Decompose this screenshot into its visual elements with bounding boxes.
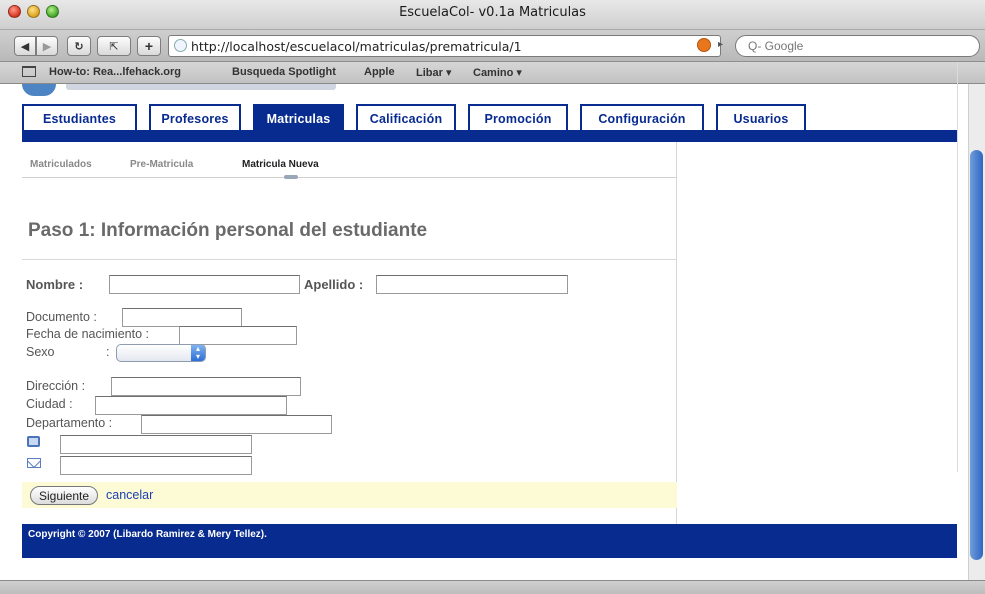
- bookmark-item[interactable]: Apple: [364, 66, 395, 78]
- bookmark-item[interactable]: How-to: Rea...lfehack.org: [49, 66, 181, 78]
- add-bookmark-button[interactable]: +: [137, 36, 161, 56]
- tab-label: Promoción: [484, 111, 552, 126]
- tab-matriculas[interactable]: Matriculas: [253, 104, 344, 131]
- tab-label: Matriculas: [266, 111, 331, 126]
- reload-icon: ↻: [74, 40, 84, 53]
- student-form: Nombre : Apellido : Documento : Fecha de…: [22, 259, 677, 479]
- search-placeholder: Q- Google: [748, 39, 804, 53]
- active-subnav-indicator: [284, 175, 298, 179]
- nav-band: [22, 130, 957, 142]
- tab-usuarios[interactable]: Usuarios: [716, 104, 806, 131]
- address-bar[interactable]: http://localhost/escuelacol/matriculas/p…: [168, 35, 721, 57]
- sexo-colon: :: [106, 345, 110, 359]
- tab-label: Configuración: [598, 111, 686, 126]
- email-icon: [27, 458, 41, 468]
- bookmark-item[interactable]: Libar ▾: [416, 66, 451, 79]
- departamento-label: Departamento :: [26, 416, 113, 430]
- logo: [22, 84, 56, 96]
- email-field[interactable]: [60, 456, 252, 475]
- nombre-label: Nombre :: [26, 277, 84, 292]
- tab-promocion[interactable]: Promoción: [468, 104, 568, 131]
- search-input[interactable]: Q- Google: [735, 35, 980, 57]
- scrollbar-thumb[interactable]: [970, 150, 983, 560]
- forward-button[interactable]: ▶: [36, 36, 58, 56]
- forward-arrow-icon: ▶: [42, 40, 52, 53]
- logo-text: [66, 84, 336, 90]
- tab-configuracion[interactable]: Configuración: [580, 104, 704, 131]
- main-panel: Matriculados Pre-Matricula Matricula Nue…: [22, 142, 677, 524]
- apellido-field[interactable]: [376, 275, 568, 294]
- tab-label: Calificación: [369, 111, 443, 126]
- fecha-nacimiento-field[interactable]: [179, 326, 297, 345]
- ciudad-label: Ciudad :: [26, 397, 73, 411]
- direccion-label: Dirección :: [26, 379, 86, 393]
- subnav: Matriculados Pre-Matricula Matricula Nue…: [22, 142, 677, 179]
- direccion-field[interactable]: [111, 377, 301, 396]
- site-icon: [174, 39, 187, 52]
- documento-field[interactable]: [122, 308, 242, 327]
- bookmark-item[interactable]: Camino ▾: [473, 66, 522, 79]
- tab-estudiantes[interactable]: Estudiantes: [22, 104, 137, 131]
- documento-label: Documento :: [26, 310, 97, 324]
- siguiente-button[interactable]: Siguiente: [30, 486, 99, 505]
- search-engine-icon[interactable]: ▸: [718, 39, 723, 50]
- url-text: http://localhost/escuelacol/matriculas/p…: [191, 39, 522, 54]
- subnav-pre-matricula[interactable]: Pre-Matricula: [130, 159, 193, 170]
- tab-label: Profesores: [161, 111, 229, 126]
- bookmark-item[interactable]: Busqueda Spotlight: [232, 66, 336, 78]
- select-arrows-icon: ▴ ▾: [191, 345, 205, 361]
- tab-profesores[interactable]: Profesores: [149, 104, 241, 131]
- tab-calificacion[interactable]: Calificación: [356, 104, 456, 131]
- footer: Copyright © 2007 (Libardo Ramirez & Mery…: [22, 524, 957, 558]
- browser-toolbar: ◀ ▶ ↻ ⇱ + http://localhost/escuelacol/ma…: [0, 30, 985, 62]
- tab-label: Usuarios: [733, 111, 789, 126]
- form-actions: Siguiente cancelar: [22, 482, 677, 508]
- page-title: Paso 1: Información personal del estudia…: [28, 220, 428, 241]
- phone-icon: [27, 436, 40, 447]
- bookmarks-bar: How-to: Rea...lfehack.org Busqueda Spotl…: [0, 62, 985, 84]
- page-divider: [957, 62, 958, 472]
- nombre-field[interactable]: [109, 275, 300, 294]
- tab-label: Estudiantes: [42, 111, 117, 126]
- page-content: Estudiantes Profesores Matriculas Califi…: [0, 84, 985, 580]
- reload-button[interactable]: ↻: [67, 36, 91, 56]
- book-icon[interactable]: [22, 66, 36, 77]
- subnav-matricula-nueva[interactable]: Matricula Nueva: [242, 159, 319, 170]
- departamento-field[interactable]: [141, 415, 332, 434]
- status-bar: [0, 580, 985, 594]
- fecha-nacimiento-label: Fecha de nacimiento :: [26, 327, 149, 341]
- cancel-link[interactable]: cancelar: [106, 488, 153, 502]
- telefono-field[interactable]: [60, 435, 252, 454]
- window-titlebar: EscuelaCol- v0.1a Matriculas: [0, 0, 985, 30]
- snapback-icon: ⇱: [109, 40, 119, 53]
- copyright-text: Copyright © 2007 (Libardo Ramirez & Mery…: [28, 529, 267, 540]
- plus-icon: +: [144, 38, 154, 54]
- back-arrow-icon: ◀: [20, 40, 30, 53]
- sexo-select[interactable]: ▴ ▾: [116, 344, 206, 362]
- snapback-button[interactable]: ⇱: [97, 36, 131, 56]
- ciudad-field[interactable]: [95, 396, 287, 415]
- back-button[interactable]: ◀: [14, 36, 36, 56]
- side-panel: [677, 142, 957, 524]
- rss-icon[interactable]: [697, 38, 711, 52]
- apellido-label: Apellido :: [304, 277, 364, 292]
- sexo-label: Sexo: [26, 345, 55, 359]
- subnav-matriculados[interactable]: Matriculados: [30, 159, 92, 170]
- window-title: EscuelaCol- v0.1a Matriculas: [399, 5, 586, 20]
